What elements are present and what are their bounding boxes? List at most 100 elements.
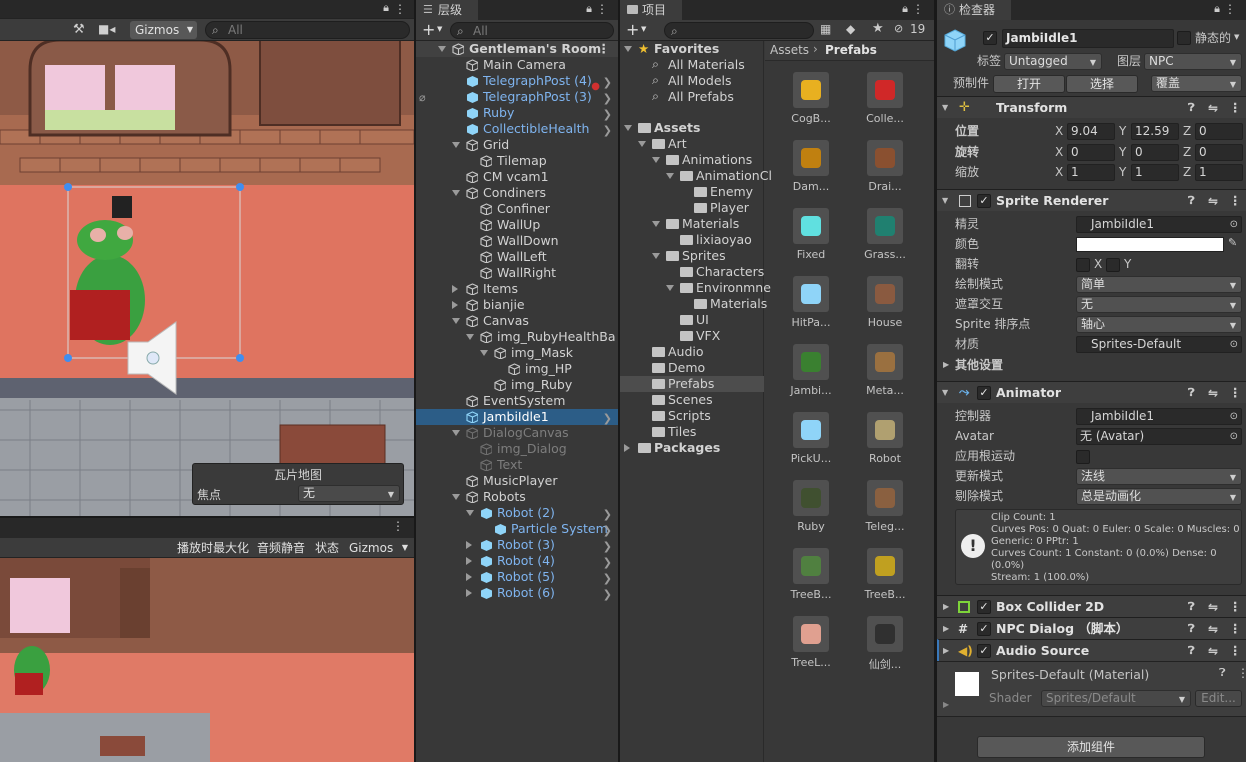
- asset-item[interactable]: House: [857, 276, 913, 329]
- expand-arrow-icon[interactable]: [624, 444, 630, 452]
- add-icon[interactable]: +: [422, 20, 435, 39]
- rotation-y-field[interactable]: 0: [1131, 144, 1179, 161]
- avatar-field[interactable]: 无 (Avatar)⊙: [1076, 428, 1242, 445]
- root-motion-checkbox[interactable]: [1076, 450, 1090, 464]
- expand-icon[interactable]: ▶: [943, 596, 949, 618]
- help-icon[interactable]: ❓︎: [1188, 382, 1195, 404]
- hierarchy-item[interactable]: img_HP: [416, 361, 618, 377]
- audio-source-enabled-checkbox[interactable]: ✓: [977, 644, 991, 658]
- add-component-button[interactable]: 添加组件: [977, 736, 1205, 758]
- hierarchy-item[interactable]: img_Dialog: [416, 441, 618, 457]
- help-icon[interactable]: ❓︎: [1188, 596, 1195, 618]
- asset-item[interactable]: Teleg...: [857, 480, 913, 533]
- expand-arrow-icon[interactable]: [652, 157, 660, 163]
- preset-icon[interactable]: ⇋: [1208, 596, 1218, 618]
- project-folder-item[interactable]: Sprites: [620, 248, 764, 264]
- expand-icon[interactable]: ▼: [942, 190, 948, 212]
- flip-y-checkbox[interactable]: [1106, 258, 1120, 272]
- prefab-overrides-dropdown[interactable]: 覆盖: [1151, 75, 1242, 92]
- hierarchy-item[interactable]: CollectibleHealth❯: [416, 121, 618, 137]
- project-folder-item[interactable]: ⌕All Materials: [620, 57, 764, 73]
- lock-icon[interactable]: 🔒︎: [383, 1, 389, 15]
- hierarchy-item[interactable]: Main Camera: [416, 57, 618, 73]
- transform-header[interactable]: ▼ ✛ Transform ❓︎ ⇋ ⋮: [937, 96, 1246, 118]
- help-icon[interactable]: ❓︎: [1188, 640, 1195, 662]
- lock-icon[interactable]: 🔒︎: [902, 2, 908, 16]
- scene-search-input[interactable]: ⌕ All: [205, 21, 410, 39]
- tag-icon[interactable]: ◆: [846, 22, 855, 36]
- project-folder-item[interactable]: Prefabs: [620, 376, 764, 392]
- object-picker-icon[interactable]: ⊙: [1230, 429, 1238, 444]
- breadcrumb-assets[interactable]: Assets: [770, 43, 809, 57]
- expand-arrow-icon[interactable]: [666, 285, 674, 291]
- animator-enabled-checkbox[interactable]: ✓: [977, 386, 991, 400]
- focus-dropdown[interactable]: 无: [298, 485, 400, 502]
- more-icon[interactable]: ⋮: [596, 2, 608, 16]
- hierarchy-item[interactable]: Condiners: [416, 185, 618, 201]
- object-picker-icon[interactable]: ⊙: [1230, 409, 1238, 424]
- sprite-renderer-header[interactable]: ▼ ✓ Sprite Renderer ❓︎ ⇋ ⋮: [937, 189, 1246, 211]
- expand-arrow-icon[interactable]: [452, 318, 460, 324]
- expand-arrow-icon[interactable]: [466, 541, 472, 549]
- update-mode-dropdown[interactable]: 法线: [1076, 468, 1242, 485]
- scale-x-field[interactable]: 1: [1067, 164, 1115, 181]
- chevron-down-icon[interactable]: ▼: [1234, 33, 1239, 41]
- box-collider-header[interactable]: ▶ ✓ Box Collider 2D ❓︎ ⇋ ⋮: [937, 595, 1246, 617]
- filter-type-icon[interactable]: ▦: [820, 22, 831, 36]
- more-icon[interactable]: ⋮: [394, 2, 406, 16]
- tab-hierarchy[interactable]: ☰ 层级: [416, 0, 478, 20]
- npc-dialog-enabled-checkbox[interactable]: ✓: [977, 622, 991, 636]
- expand-icon[interactable]: ▶: [943, 700, 949, 709]
- hidden-packages-icon[interactable]: ⊘: [894, 22, 903, 35]
- chevron-down-icon[interactable]: ▼: [437, 25, 442, 33]
- scene-view[interactable]: ⚒ ■◂ Gizmos▼ ⌕ All ⋮ 🔒︎ 瓦片地图 焦点 无: [0, 0, 414, 516]
- expand-arrow-icon[interactable]: [480, 350, 488, 356]
- tab-inspector[interactable]: ⓘ 检查器: [937, 0, 1011, 20]
- expand-icon[interactable]: ▶: [943, 618, 949, 640]
- project-folder-item[interactable]: Audio: [620, 344, 764, 360]
- expand-arrow-icon[interactable]: [466, 510, 474, 516]
- asset-item[interactable]: Fixed: [783, 208, 839, 261]
- lock-icon[interactable]: 🔒︎: [586, 2, 592, 16]
- add-icon[interactable]: +: [626, 20, 639, 39]
- hierarchy-item[interactable]: Text: [416, 457, 618, 473]
- maximize-on-play-button[interactable]: 播放时最大化: [172, 539, 254, 557]
- hierarchy-item[interactable]: Particle System❯: [416, 521, 618, 537]
- hierarchy-item[interactable]: WallLeft: [416, 249, 618, 265]
- hierarchy-item[interactable]: Gentleman's Room⋮: [416, 41, 618, 57]
- asset-item[interactable]: Dam...: [783, 140, 839, 193]
- hierarchy-item[interactable]: Robot (2)❯: [416, 505, 618, 521]
- hierarchy-item[interactable]: TelegraphPost (4)❯: [416, 73, 618, 89]
- project-folder-item[interactable]: UI: [620, 312, 764, 328]
- position-x-field[interactable]: 9.04: [1067, 123, 1115, 140]
- prefab-select-button[interactable]: 选择: [1066, 75, 1138, 93]
- project-folder-item[interactable]: Scenes: [620, 392, 764, 408]
- component-menu-icon[interactable]: ⋮: [1229, 618, 1242, 640]
- audio-source-header[interactable]: ▶ ◀) ✓ Audio Source ❓︎ ⇋ ⋮: [937, 639, 1246, 661]
- preset-icon[interactable]: ⇋: [1208, 97, 1218, 119]
- component-menu-icon[interactable]: ⋮: [1229, 382, 1242, 404]
- preset-icon[interactable]: ⇋: [1208, 190, 1218, 212]
- project-folder-item[interactable]: AnimationCl: [620, 168, 764, 184]
- more-icon[interactable]: ⋮: [1224, 2, 1236, 16]
- shader-edit-button[interactable]: Edit...: [1195, 690, 1242, 707]
- position-y-field[interactable]: 12.59: [1131, 123, 1179, 140]
- project-folder-item[interactable]: Animations: [620, 152, 764, 168]
- project-folder-item[interactable]: Enemy: [620, 184, 764, 200]
- box-collider-enabled-checkbox[interactable]: ✓: [977, 600, 991, 614]
- project-folder-item[interactable]: Characters: [620, 264, 764, 280]
- draw-mode-dropdown[interactable]: 简单: [1076, 276, 1242, 293]
- scene-canvas[interactable]: [0, 0, 414, 516]
- expand-arrow-icon[interactable]: [452, 142, 460, 148]
- camera-icon[interactable]: ■◂: [98, 22, 115, 36]
- expand-icon[interactable]: ▶: [943, 360, 949, 369]
- project-folder-item[interactable]: Packages: [620, 440, 764, 456]
- project-folder-item[interactable]: Materials: [620, 296, 764, 312]
- game-gizmos-dropdown[interactable]: Gizmos▼: [344, 539, 412, 557]
- hierarchy-item[interactable]: Confiner: [416, 201, 618, 217]
- asset-item[interactable]: Jambi...: [783, 344, 839, 397]
- asset-item[interactable]: Drai...: [857, 140, 913, 193]
- game-view[interactable]: ⋮ 播放时最大化 音频静音 状态 Gizmos▼: [0, 518, 414, 762]
- layer-dropdown[interactable]: NPC: [1144, 53, 1242, 70]
- preset-icon[interactable]: ⇋: [1208, 618, 1218, 640]
